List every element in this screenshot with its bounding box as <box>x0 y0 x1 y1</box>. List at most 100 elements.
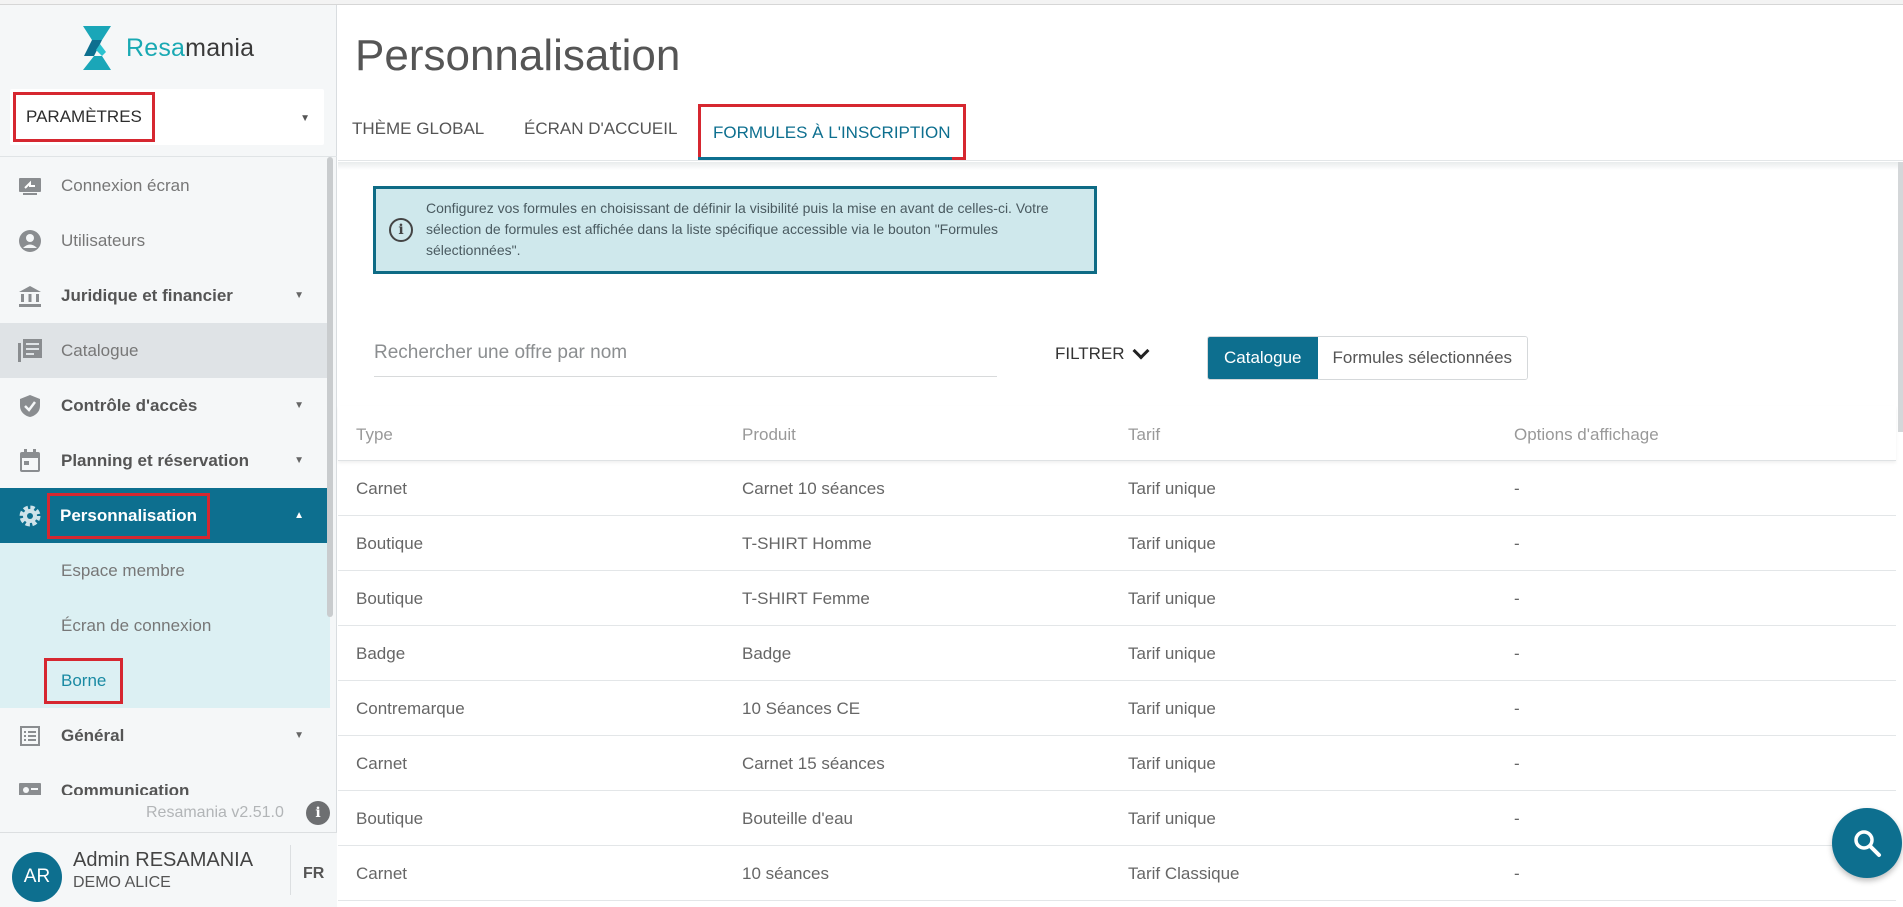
list-icon <box>18 724 42 748</box>
sidebar-item-controle-acces[interactable]: Contrôle d'accès ▼ <box>0 378 330 433</box>
info-banner: i Configurez vos formules en choisissant… <box>373 186 1097 274</box>
table-row[interactable]: Carnet Carnet 15 séances Tarif unique - <box>338 736 1896 791</box>
tab-theme-global[interactable]: THÈME GLOBAL <box>352 119 484 139</box>
toggle-catalogue[interactable]: Catalogue <box>1208 337 1318 379</box>
cell-tarif: Tarif unique <box>1128 754 1216 773</box>
cell-options: - <box>1514 589 1520 608</box>
sidebar-item-utilisateurs[interactable]: Utilisateurs <box>0 213 330 268</box>
info-circle-icon: i <box>389 218 413 242</box>
tab-formules-inscription[interactable]: FORMULES À L'INSCRIPTION <box>698 104 966 160</box>
cell-type: Boutique <box>356 534 424 553</box>
gear-icon <box>18 504 42 528</box>
cell-type: Badge <box>356 644 406 663</box>
avatar[interactable]: AR <box>12 852 62 902</box>
content-top-shadow <box>338 162 1903 170</box>
sidebar-item-general[interactable]: Général ▼ <box>0 708 330 763</box>
cell-tarif: Tarif unique <box>1128 589 1216 608</box>
cell-options: - <box>1514 809 1520 828</box>
sidebar-item-communication[interactable]: Communication <box>0 763 330 795</box>
cell-type: Carnet <box>356 864 408 883</box>
brand-logo[interactable]: Resamania <box>80 23 254 73</box>
main-scrollbar[interactable] <box>1898 162 1903 432</box>
cell-produit: 10 séances <box>742 864 829 883</box>
sidebar-subitem-borne[interactable]: Borne <box>0 653 330 708</box>
table-row[interactable]: Carnet 10 séances Tarif Classique - <box>338 846 1896 901</box>
user-name: Admin RESAMANIA <box>73 849 254 871</box>
column-header-tarif[interactable]: Tarif <box>1128 425 1160 445</box>
chevron-down-icon <box>1132 342 1150 360</box>
sidebar-subitem-espace-membre[interactable]: Espace membre <box>0 543 330 598</box>
cell-tarif: Tarif unique <box>1128 699 1216 718</box>
column-header-type[interactable]: Type <box>356 425 393 445</box>
divider <box>0 156 337 157</box>
sidebar-item-planning[interactable]: Planning et réservation ▼ <box>0 433 330 488</box>
search-icon <box>1854 830 1881 857</box>
sidebar-item-personnalisation[interactable]: Personnalisation ▲ <box>0 488 330 543</box>
sidebar-item-connexion-ecran[interactable]: Connexion écran <box>0 158 330 213</box>
cell-produit: T-SHIRT Homme <box>742 534 872 553</box>
contact-card-icon <box>18 779 42 795</box>
cell-tarif: Tarif unique <box>1128 809 1216 828</box>
cell-produit: T-SHIRT Femme <box>742 589 870 608</box>
cell-type: Boutique <box>356 809 424 828</box>
cell-tarif: Tarif unique <box>1128 644 1216 663</box>
sidebar-item-catalogue[interactable]: Catalogue <box>0 323 330 378</box>
cell-tarif: Tarif Classique <box>1128 864 1240 883</box>
calendar-icon <box>18 449 42 473</box>
table-row[interactable]: Contremarque 10 Séances CE Tarif unique … <box>338 681 1896 736</box>
cell-options: - <box>1514 754 1520 773</box>
search-fab-button[interactable] <box>1832 808 1902 878</box>
screen-share-icon <box>18 174 42 198</box>
caret-down-icon: ▼ <box>294 455 304 466</box>
module-selector[interactable]: PARAMÈTRES ▼ <box>10 89 324 145</box>
bank-icon <box>18 284 42 308</box>
cell-options: - <box>1514 479 1520 498</box>
catalogue-icon <box>18 339 42 363</box>
column-header-produit[interactable]: Produit <box>742 425 796 445</box>
table-row[interactable]: Boutique T-SHIRT Homme Tarif unique - <box>338 516 1896 571</box>
caret-up-icon: ▲ <box>294 510 304 521</box>
active-tab-indicator <box>698 157 952 160</box>
filter-button[interactable]: FILTRER <box>1055 342 1150 364</box>
table-row[interactable]: Badge Badge Tarif unique - <box>338 626 1896 681</box>
sidebar-item-juridique[interactable]: Juridique et financier ▼ <box>0 268 330 323</box>
cell-type: Carnet <box>356 479 408 498</box>
table-row[interactable]: Carnet Carnet 10 séances Tarif unique - <box>338 461 1896 516</box>
user-organization: DEMO ALICE <box>73 874 171 891</box>
table-header: Type Produit Tarif Options d'affichage <box>338 406 1896 461</box>
search-input[interactable] <box>374 333 997 373</box>
language-selector[interactable]: FR <box>303 865 324 883</box>
cell-produit: Carnet 15 séances <box>742 754 885 773</box>
cell-options: - <box>1514 864 1520 883</box>
app-window: Resamania PARAMÈTRES ▼ Connexion écran U… <box>0 0 1903 907</box>
cell-produit: Carnet 10 séances <box>742 479 885 498</box>
app-version: Resamania v2.51.0 <box>146 804 284 821</box>
toggle-formules-selectionnees[interactable]: Formules sélectionnées <box>1317 337 1528 379</box>
table-row[interactable]: Boutique T-SHIRT Femme Tarif unique - <box>338 571 1896 626</box>
sidebar-scrollbar[interactable] <box>327 157 333 617</box>
cell-tarif: Tarif unique <box>1128 479 1216 498</box>
cell-options: - <box>1514 534 1520 553</box>
cell-produit: Bouteille d'eau <box>742 809 853 828</box>
caret-down-icon: ▼ <box>294 400 304 411</box>
column-header-options: Options d'affichage <box>1514 425 1659 444</box>
sidebar: Resamania PARAMÈTRES ▼ Connexion écran U… <box>0 5 337 907</box>
page-title: Personnalisation <box>355 31 681 80</box>
filter-label: FILTRER <box>1055 344 1125 363</box>
brand-name: Resamania <box>126 33 255 62</box>
tab-ecran-accueil[interactable]: ÉCRAN D'ACCUEIL <box>524 119 677 139</box>
module-selector-label: PARAMÈTRES <box>13 92 155 142</box>
info-icon[interactable]: i <box>306 801 330 825</box>
shield-check-icon <box>18 394 42 418</box>
cell-type: Contremarque <box>356 699 465 718</box>
cell-type: Boutique <box>356 589 424 608</box>
user-bar: AR Admin RESAMANIA DEMO ALICE FR <box>0 832 337 907</box>
cell-produit: Badge <box>742 644 792 663</box>
cell-produit: 10 Séances CE <box>742 699 861 718</box>
caret-down-icon: ▼ <box>294 730 304 741</box>
table-row[interactable]: Boutique Bouteille d'eau Tarif unique - <box>338 791 1896 846</box>
resamania-logo-icon <box>83 26 111 70</box>
info-banner-text: Configurez vos formules en choisissant d… <box>426 200 1049 258</box>
sidebar-subitem-ecran-connexion[interactable]: Écran de connexion <box>0 598 330 653</box>
formules-table: Type Produit Tarif Options d'affichage C… <box>338 406 1896 901</box>
